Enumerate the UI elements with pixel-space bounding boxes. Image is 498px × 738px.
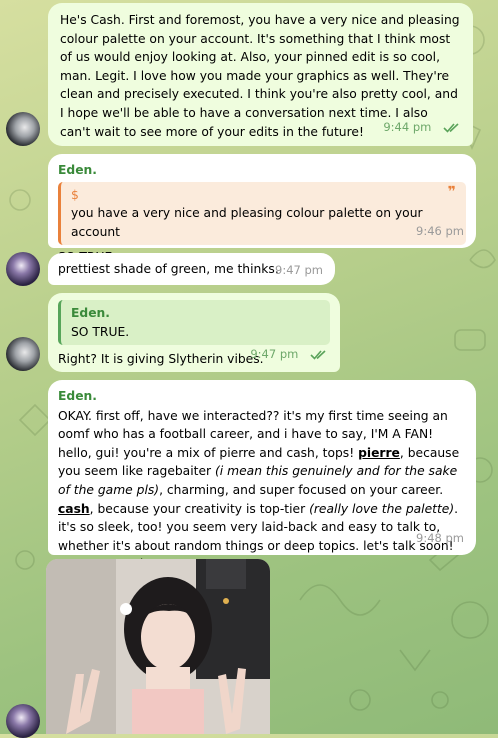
quote-sender: Eden. xyxy=(71,306,110,320)
quote-icon: ❞ xyxy=(447,183,456,200)
message-incoming[interactable]: Eden. $ ❞ you have a very nice and pleas… xyxy=(48,154,476,264)
quote-text: you have a very nice and pleasing colour… xyxy=(71,206,423,239)
message-incoming[interactable]: prettiest shade of green, me thinks. 9:4… xyxy=(48,253,335,285)
quote-block[interactable]: $ ❞ you have a very nice and pleasing co… xyxy=(58,181,466,246)
message-meta: 9:44 pm xyxy=(383,118,461,139)
avatar[interactable] xyxy=(6,337,40,371)
message-text: OKAY. first off, have we interacted?? it… xyxy=(58,408,460,572)
message-time: 9:46 pm xyxy=(416,224,464,239)
double-check-icon xyxy=(443,120,461,139)
message-outgoing[interactable]: Eden. SO TRUE. Right? It is giving Slyth… xyxy=(48,293,340,372)
photo-message[interactable] xyxy=(46,559,270,734)
message-outgoing[interactable]: He's Cash. First and foremost, you have … xyxy=(48,3,473,146)
photo-image xyxy=(46,559,270,734)
quote-prefix: $ xyxy=(71,187,79,202)
mention-pierre[interactable]: pierre xyxy=(358,446,400,460)
mention-cash[interactable]: cash xyxy=(58,502,90,516)
avatar[interactable] xyxy=(6,112,40,146)
message-time: 9:44 pm xyxy=(383,120,432,135)
message-time: 9:47 pm xyxy=(275,263,323,278)
double-check-icon xyxy=(310,347,328,366)
message-time: 9:47 pm xyxy=(250,347,299,362)
quote-text: SO TRUE. xyxy=(71,324,130,339)
message-meta: 9:47 pm xyxy=(250,345,328,366)
avatar[interactable] xyxy=(6,704,40,738)
message-time: 9:48 pm xyxy=(416,531,464,546)
sender-name: Eden. xyxy=(58,389,97,403)
avatar[interactable] xyxy=(6,252,40,286)
quote-block[interactable]: Eden. SO TRUE. xyxy=(58,300,330,346)
message-incoming[interactable]: Eden. OKAY. first off, have we interacte… xyxy=(48,380,476,571)
sender-name: Eden. xyxy=(58,163,97,177)
